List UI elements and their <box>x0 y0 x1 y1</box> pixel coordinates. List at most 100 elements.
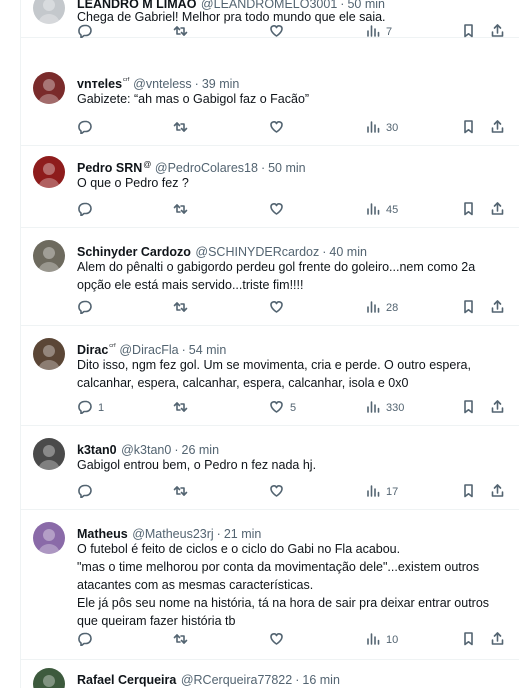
retweet-button[interactable] <box>173 120 194 136</box>
bookmark-icon <box>461 119 476 137</box>
like-button[interactable] <box>269 120 290 136</box>
tweet-text: Gabizete: “ah mas o Gabigol faz o Facão” <box>77 92 310 106</box>
views-count: 28 <box>386 302 399 314</box>
like-button[interactable] <box>269 24 290 40</box>
analytics-icon <box>365 23 380 41</box>
bookmark-button[interactable] <box>461 24 476 40</box>
like-button[interactable] <box>269 632 290 648</box>
bookmark-button[interactable] <box>461 300 476 316</box>
reply-button[interactable] <box>77 484 98 500</box>
tweet[interactable]: Schinyder Cardozo @SCHINYDERcardoz · 40 mi… <box>21 230 519 326</box>
like-button[interactable] <box>269 300 290 316</box>
reply-svg <box>78 24 92 39</box>
tweet-actions: 17 <box>77 484 517 500</box>
tweet-header: Schinyder Cardozo @SCHINYDERcardoz · 40 mi… <box>77 240 367 259</box>
avatar[interactable] <box>33 438 65 470</box>
share-icon <box>490 631 505 649</box>
retweet-icon <box>173 631 188 649</box>
avatar[interactable] <box>33 0 65 24</box>
views-svg <box>367 485 380 497</box>
avatar[interactable] <box>33 522 65 554</box>
like-button[interactable]: 5 <box>269 400 296 416</box>
like-button[interactable] <box>269 484 290 500</box>
reply-button[interactable] <box>77 24 98 40</box>
avatar[interactable] <box>33 240 65 272</box>
analytics-icon <box>365 299 380 317</box>
author-name[interactable]: Rafael Cerqueira <box>77 673 176 687</box>
reply-svg <box>78 300 92 315</box>
views-button[interactable]: 330 <box>365 400 404 416</box>
share-button[interactable] <box>490 120 505 136</box>
analytics-icon <box>365 119 380 137</box>
share-svg <box>491 120 504 133</box>
retweet-button[interactable] <box>173 202 194 218</box>
tweet-text: O futebol é feito de ciclos e o ciclo do… <box>77 542 490 628</box>
reply-button[interactable] <box>77 202 98 218</box>
tweet[interactable]: LEANDRO M LIMAO @LEANDROMELO3001 · 50 min C… <box>21 0 519 40</box>
share-button[interactable] <box>490 24 505 40</box>
author-badge: ᶜʳᶠ <box>109 342 116 351</box>
tweet[interactable]: vnтelesᶜʳᶠ @vnteless · 39 min Gabizete: “ah… <box>21 62 519 146</box>
tweet[interactable]: Pedro SRN@ @PedroColares18 · 50 min O que o… <box>21 146 519 228</box>
share-button[interactable] <box>490 484 505 500</box>
bm-svg <box>464 300 473 314</box>
retweet-button[interactable] <box>173 300 194 316</box>
tweet-header: vnтelesᶜʳᶠ @vnteless · 39 min <box>77 72 239 91</box>
reply-button[interactable] <box>77 120 98 136</box>
avatar[interactable] <box>33 156 65 188</box>
share-svg <box>491 400 504 413</box>
tweet[interactable]: Matheus @Matheus23rj · 21 min O futebol é f… <box>21 512 519 660</box>
bm-svg <box>464 400 473 414</box>
tweet[interactable]: Rafael Cerqueira @RCerqueira77822 · 16 min <box>21 662 519 688</box>
avatar[interactable] <box>33 338 65 370</box>
tweet-time[interactable]: 16 min <box>302 673 340 687</box>
share-svg <box>491 484 504 497</box>
bookmark-button[interactable] <box>461 484 476 500</box>
tweet[interactable]: k3tan0 @k3tan0 · 26 min Gabigol entrou bem,… <box>21 428 519 510</box>
tweet[interactable]: Diracᶜʳᶠ @DiracFla · 54 min Dito isso, ngm … <box>21 328 519 426</box>
bookmark-icon <box>461 299 476 317</box>
tweet-header: Diracᶜʳᶠ @DiracFla · 54 min <box>77 338 226 357</box>
share-button[interactable] <box>490 632 505 648</box>
reply-icon <box>77 299 92 317</box>
tweet-actions: 7 <box>77 24 517 40</box>
heart-icon <box>269 299 284 317</box>
retweet-button[interactable] <box>173 484 194 500</box>
bookmark-button[interactable] <box>461 400 476 416</box>
views-button[interactable]: 45 <box>365 202 398 218</box>
like-button[interactable] <box>269 202 290 218</box>
like-svg <box>270 25 283 37</box>
bookmark-button[interactable] <box>461 202 476 218</box>
rt-svg <box>173 204 188 214</box>
rt-svg <box>173 26 188 36</box>
reply-button[interactable]: 1 <box>77 400 104 416</box>
reply-icon <box>77 483 92 501</box>
author-handle[interactable]: @RCerqueira77822 <box>181 673 292 687</box>
retweet-icon <box>173 119 188 137</box>
views-count: 330 <box>386 402 405 414</box>
views-button[interactable]: 10 <box>365 632 398 648</box>
retweet-button[interactable] <box>173 400 194 416</box>
views-button[interactable]: 28 <box>365 300 398 316</box>
views-button[interactable]: 30 <box>365 120 398 136</box>
views-count: 7 <box>386 26 393 38</box>
bookmark-button[interactable] <box>461 632 476 648</box>
share-icon <box>490 399 505 417</box>
retweet-button[interactable] <box>173 24 194 40</box>
views-count: 10 <box>386 634 399 646</box>
share-button[interactable] <box>490 400 505 416</box>
share-button[interactable] <box>490 202 505 218</box>
bookmark-button[interactable] <box>461 120 476 136</box>
avatar[interactable] <box>33 72 65 104</box>
views-button[interactable]: 7 <box>365 24 392 40</box>
bm-svg <box>464 202 473 216</box>
retweet-button[interactable] <box>173 632 194 648</box>
avatar[interactable] <box>33 668 65 688</box>
rt-svg <box>173 634 188 644</box>
views-button[interactable]: 17 <box>365 484 398 500</box>
share-button[interactable] <box>490 300 505 316</box>
reply-button[interactable] <box>77 300 98 316</box>
retweet-icon <box>173 399 188 417</box>
reply-button[interactable] <box>77 632 98 648</box>
like-svg <box>270 633 283 645</box>
